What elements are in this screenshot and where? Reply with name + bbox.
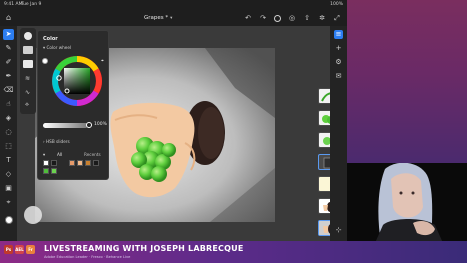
color-panel-title: Color — [43, 36, 58, 42]
dark-object-highlight — [198, 107, 224, 159]
opacity-value: 100% — [94, 122, 107, 127]
hsb-sliders-label: HSB sliders — [46, 139, 70, 144]
brush-more-icon[interactable]: ⟡ — [25, 102, 31, 108]
live-brush-icon[interactable]: ✐ — [3, 57, 14, 68]
adjust-icon[interactable]: ⊹ — [334, 226, 343, 235]
color-panel: Color ▾ Color wheel ⌖ 100% › HSB sliders… — [37, 30, 109, 180]
transform-icon[interactable]: ⬚ — [3, 141, 14, 152]
banner-logo-2: AEL — [15, 245, 24, 254]
app-screen: 9:41 AM Tue Jan 9 100% ⌂ Grapes * ▾ ↶ ↷ ◎… — [0, 0, 467, 263]
color-swatch[interactable] — [69, 160, 75, 166]
share-icon[interactable]: ⇧ — [303, 13, 311, 23]
layers-icon[interactable]: ≡ — [334, 30, 343, 39]
swatch-tabs: ▾ All Recents — [43, 152, 105, 157]
hsb-sliders-toggle[interactable]: › HSB sliders — [43, 139, 70, 144]
tab-recents[interactable]: Recents — [84, 152, 101, 157]
banner-logo-3: Fr — [26, 245, 35, 254]
undo-icon[interactable]: ↶ — [244, 13, 252, 23]
status-bar: 9:41 AM Tue Jan 9 100% — [0, 0, 347, 10]
tab-all[interactable]: All — [57, 152, 62, 157]
top-toolbar-icons: ↶ ↷ ◎ ⇧ ✲ ⤢ — [244, 13, 341, 23]
livestream-banner: Ps AEL Fr LIVESTREAMING WITH JOSEPH LABR… — [0, 241, 467, 263]
status-time: 9:41 AM — [4, 2, 23, 7]
presenter-face — [391, 173, 423, 218]
color-swatches — [43, 160, 107, 178]
selection-tool-icon[interactable]: ➤ — [3, 29, 14, 40]
presenter-video — [347, 163, 467, 243]
redo-icon[interactable]: ↷ — [259, 13, 267, 23]
layer-properties-icon[interactable]: ⚙ — [334, 58, 343, 67]
brush-dynamics-icon[interactable]: ∿ — [25, 90, 31, 96]
add-layer-icon[interactable]: + — [334, 44, 343, 53]
status-date: Tue Jan 9 — [21, 2, 42, 7]
home-icon[interactable]: ⌂ — [6, 13, 11, 23]
color-swatch[interactable] — [43, 168, 49, 174]
banner-headline: LIVESTREAMING WITH JOSEPH LABRECQUE — [44, 244, 244, 253]
document-title-label: Grapes * — [144, 15, 169, 21]
help-icon[interactable] — [274, 14, 281, 22]
color-swatch[interactable] — [85, 160, 91, 166]
pixel-brush-icon[interactable]: ✎ — [3, 43, 14, 54]
brush-flow-icon[interactable] — [23, 60, 33, 68]
shape-icon[interactable]: ◇ — [3, 169, 14, 180]
color-wheel-graphic — [52, 56, 102, 106]
brush-settings-icon[interactable]: ≋ — [25, 76, 31, 82]
color-swatch[interactable] — [93, 160, 99, 166]
right-rail: ≡ + ⚙ ✉ ⊹ — [330, 26, 347, 241]
chevron-down-icon: ▾ — [170, 16, 173, 21]
grape — [151, 166, 167, 182]
banner-logos: Ps AEL Fr — [4, 245, 35, 254]
brush-options-column: ≋ ∿ ⟡ — [20, 28, 36, 114]
brush-preview-icon[interactable] — [23, 46, 33, 54]
grape — [162, 143, 176, 157]
current-color-icon[interactable] — [3, 214, 14, 225]
banner-logo-1: Ps — [4, 245, 13, 254]
opacity-slider[interactable] — [43, 123, 88, 128]
color-swatch[interactable] — [43, 160, 49, 166]
battery-level: 100% — [330, 2, 343, 7]
eyedropper-icon[interactable]: ⌖ — [3, 197, 14, 208]
document-title[interactable]: Grapes * ▾ — [144, 14, 172, 23]
color-wheel-section[interactable]: ▾ Color wheel — [43, 45, 71, 50]
stream-frame-background — [347, 0, 467, 163]
current-color-swatch[interactable] — [42, 58, 48, 64]
brush-size-indicator[interactable] — [24, 206, 42, 224]
type-icon[interactable]: T — [3, 155, 14, 166]
color-swatch[interactable] — [77, 160, 83, 166]
brush-size-icon[interactable] — [24, 32, 32, 40]
banner-subtitle: Adobe Education Leader · Fresco · Behanc… — [44, 255, 131, 259]
app-top-bar: ⌂ Grapes * ▾ ↶ ↷ ◎ ⇧ ✲ ⤢ — [0, 10, 347, 26]
color-wheel-label: Color wheel — [46, 45, 72, 50]
image-icon[interactable]: ▣ — [3, 183, 14, 194]
webcam-feed — [347, 163, 467, 243]
color-wheel[interactable] — [52, 56, 102, 106]
settings-icon[interactable]: ✲ — [318, 13, 326, 23]
view-icon[interactable]: ◎ — [288, 13, 296, 23]
chevron-down-icon: ▾ — [43, 152, 46, 157]
smudge-icon[interactable]: ☝ — [3, 99, 14, 110]
vector-brush-icon[interactable]: ✒ — [3, 71, 14, 82]
opacity-slider-handle[interactable] — [86, 121, 92, 128]
comments-icon[interactable]: ✉ — [334, 72, 343, 81]
left-toolbar: ➤ ✎ ✐ ✒ ⌫ ☝ ◈ ◌ ⬚ T ◇ ▣ ⌖ — [0, 26, 17, 241]
color-swatch[interactable] — [51, 168, 57, 174]
eraser-icon[interactable]: ⌫ — [3, 85, 14, 96]
lasso-icon[interactable]: ◌ — [3, 127, 14, 138]
fullscreen-icon[interactable]: ⤢ — [333, 13, 341, 23]
color-swatch[interactable] — [51, 160, 57, 166]
fill-icon[interactable]: ◈ — [3, 113, 14, 124]
